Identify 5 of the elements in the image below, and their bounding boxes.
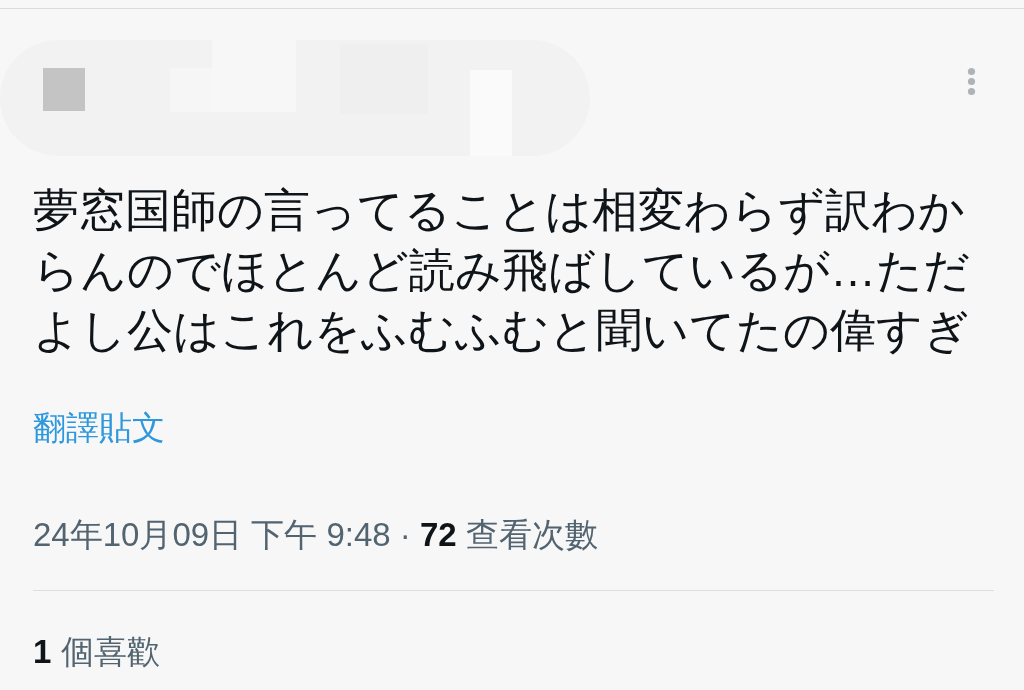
- more-options-icon[interactable]: [967, 67, 976, 96]
- likes-count: 1 個喜歡: [33, 632, 161, 672]
- timestamp-and-views: 24年10月09日 下午 9:48 · 72 查看次數: [33, 515, 599, 555]
- translate-post-link[interactable]: 翻譯貼文: [33, 408, 165, 448]
- post-text: 夢窓国師の言ってることは相変わらず訳わからんのでほとんど読み飛ばしているが…ただよし公はこれをふむふむと聞いてたの偉すぎ: [33, 183, 971, 358]
